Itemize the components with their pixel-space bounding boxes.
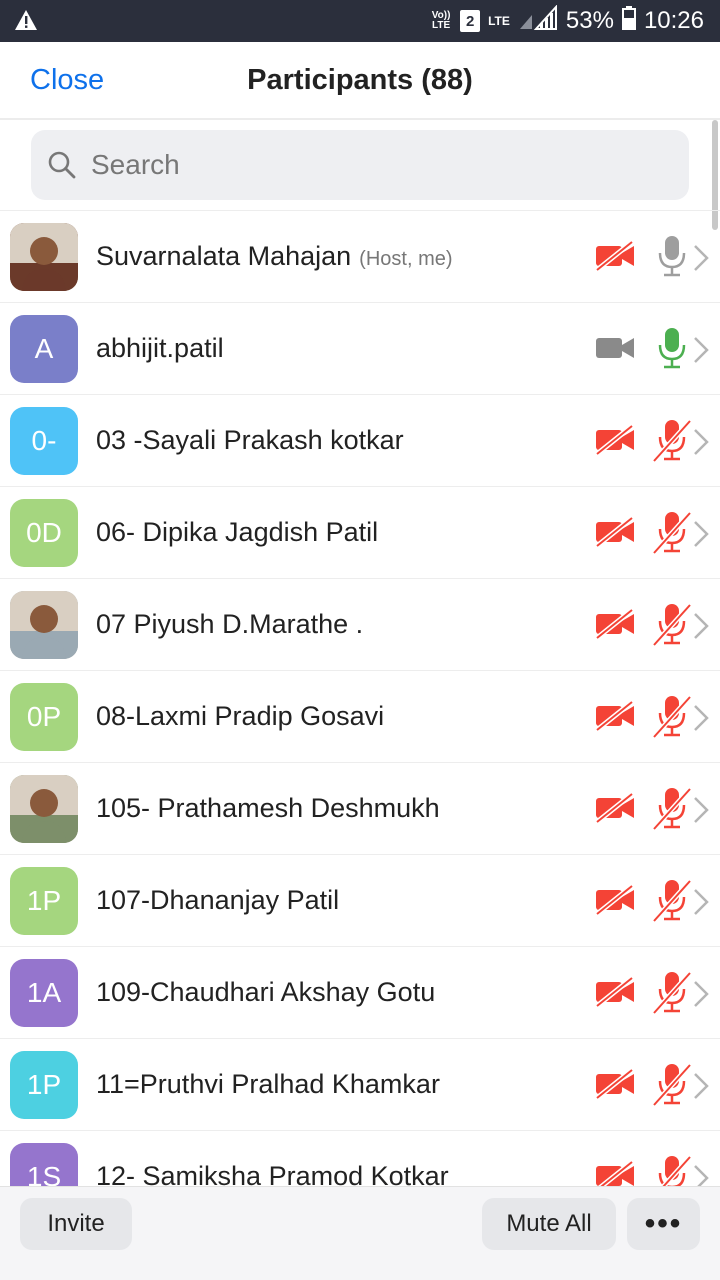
more-options-button[interactable]: ••• bbox=[627, 1198, 700, 1250]
participant-name: Suvarnalata Mahajan bbox=[96, 241, 352, 271]
video-off-icon bbox=[594, 240, 636, 277]
mic-icon bbox=[652, 325, 692, 376]
chevron-right-icon[interactable] bbox=[692, 1163, 710, 1186]
sim-indicator: 2 bbox=[460, 10, 481, 32]
participant-row[interactable]: 0- 03 -Sayali Prakash kotkar bbox=[0, 394, 720, 486]
page-title: Participants (88) bbox=[247, 64, 473, 96]
status-bar: Vo)) LTE 2 LTE 53% 10:26 bbox=[0, 0, 720, 42]
avatar: 0- bbox=[10, 407, 78, 475]
avatar: 1P bbox=[10, 867, 78, 935]
participant-name: 08-Laxmi Pradip Gosavi bbox=[96, 701, 385, 731]
warning-icon bbox=[14, 9, 38, 36]
chevron-right-icon[interactable] bbox=[692, 887, 710, 922]
header: Close Participants (88) bbox=[0, 42, 720, 120]
mic-muted-icon bbox=[652, 509, 692, 560]
signal-icon bbox=[518, 3, 558, 38]
participant-name-wrap: 107-Dhananjay Patil bbox=[96, 885, 339, 916]
chevron-right-icon[interactable] bbox=[692, 611, 710, 646]
video-off-icon bbox=[594, 424, 636, 461]
participant-name-wrap: 105- Prathamesh Deshmukh bbox=[96, 793, 440, 824]
participant-row[interactable]: 0D 06- Dipika Jagdish Patil bbox=[0, 486, 720, 578]
chevron-right-icon[interactable] bbox=[692, 335, 710, 370]
avatar: 1S bbox=[10, 1143, 78, 1186]
participant-row[interactable]: 1P 107-Dhananjay Patil bbox=[0, 854, 720, 946]
participant-name: 11=Pruthvi Pralhad Khamkar bbox=[96, 1069, 440, 1099]
participant-row[interactable]: 07 Piyush D.Marathe . bbox=[0, 578, 720, 670]
participant-name-wrap: 08-Laxmi Pradip Gosavi bbox=[96, 701, 384, 732]
mute-all-button[interactable]: Mute All bbox=[482, 1198, 616, 1250]
participant-row[interactable]: 1A 109-Chaudhari Akshay Gotu bbox=[0, 946, 720, 1038]
participant-name: 03 -Sayali Prakash kotkar bbox=[96, 425, 404, 455]
participant-name-wrap: Suvarnalata Mahajan (Host, me) bbox=[96, 241, 453, 272]
avatar bbox=[10, 591, 78, 659]
participant-name: 12- Samiksha Pramod Kotkar bbox=[96, 1161, 449, 1186]
mic-muted-icon bbox=[652, 969, 692, 1020]
participant-list: Suvarnalata Mahajan (Host, me) Aabhijit.pa… bbox=[0, 210, 720, 1186]
participant-name-wrap: 11=Pruthvi Pralhad Khamkar bbox=[96, 1069, 440, 1100]
avatar: 0P bbox=[10, 683, 78, 751]
avatar: A bbox=[10, 315, 78, 383]
participant-name: 109-Chaudhari Akshay Gotu bbox=[96, 977, 436, 1007]
search-bar[interactable] bbox=[31, 130, 689, 200]
mic-muted-icon bbox=[652, 601, 692, 652]
chevron-right-icon[interactable] bbox=[692, 1071, 710, 1106]
mic-muted-icon bbox=[652, 1153, 692, 1186]
mic-muted-icon bbox=[652, 877, 692, 928]
video-off-icon bbox=[594, 608, 636, 645]
participant-name: abhijit.patil bbox=[96, 333, 224, 363]
participant-row[interactable]: 1S 12- Samiksha Pramod Kotkar bbox=[0, 1130, 720, 1186]
participant-name: 107-Dhananjay Patil bbox=[96, 885, 340, 915]
participant-row[interactable]: 0P 08-Laxmi Pradip Gosavi bbox=[0, 670, 720, 762]
chevron-right-icon[interactable] bbox=[692, 979, 710, 1014]
avatar bbox=[10, 775, 78, 843]
video-off-icon bbox=[594, 884, 636, 921]
video-off-icon bbox=[594, 976, 636, 1013]
video-off-icon bbox=[594, 1160, 636, 1186]
battery-percent: 53% bbox=[565, 7, 614, 34]
chevron-right-icon[interactable] bbox=[692, 427, 710, 462]
participant-name-wrap: 109-Chaudhari Akshay Gotu bbox=[96, 977, 435, 1008]
invite-button[interactable]: Invite bbox=[20, 1198, 132, 1250]
clock: 10:26 bbox=[643, 7, 704, 34]
chevron-right-icon[interactable] bbox=[692, 703, 710, 738]
video-on-icon bbox=[594, 332, 636, 369]
avatar bbox=[10, 223, 78, 291]
search-input[interactable] bbox=[91, 130, 671, 200]
avatar: 1A bbox=[10, 959, 78, 1027]
participant-name-wrap: abhijit.patil bbox=[96, 333, 224, 364]
avatar: 1P bbox=[10, 1051, 78, 1119]
avatar: 0D bbox=[10, 499, 78, 567]
participant-row[interactable]: Suvarnalata Mahajan (Host, me) bbox=[0, 210, 720, 302]
mic-muted-icon bbox=[652, 785, 692, 836]
lte-indicator: LTE bbox=[488, 14, 510, 28]
participant-name-wrap: 07 Piyush D.Marathe . bbox=[96, 609, 363, 640]
participant-name-wrap: 03 -Sayali Prakash kotkar bbox=[96, 425, 404, 456]
participant-name: 06- Dipika Jagdish Patil bbox=[96, 517, 379, 547]
mic-icon bbox=[652, 233, 692, 284]
video-off-icon bbox=[594, 1068, 636, 1105]
chevron-right-icon[interactable] bbox=[692, 795, 710, 830]
search-icon bbox=[47, 150, 77, 185]
battery-icon bbox=[621, 5, 636, 37]
chevron-right-icon[interactable] bbox=[692, 519, 710, 554]
chevron-right-icon[interactable] bbox=[692, 243, 710, 278]
participant-name-wrap: 06- Dipika Jagdish Patil bbox=[96, 517, 378, 548]
bottom-bar: Invite Mute All ••• bbox=[0, 1186, 720, 1280]
volte-indicator: Vo)) LTE bbox=[431, 10, 451, 31]
participant-role: (Host, me) bbox=[359, 248, 453, 270]
mic-muted-icon bbox=[652, 417, 692, 468]
mic-muted-icon bbox=[652, 693, 692, 744]
participant-row[interactable]: 1P 11=Pruthvi Pralhad Khamkar bbox=[0, 1038, 720, 1130]
mic-muted-icon bbox=[652, 1061, 692, 1112]
participant-name: 105- Prathamesh Deshmukh bbox=[96, 793, 440, 823]
video-off-icon bbox=[594, 792, 636, 829]
participant-row[interactable]: 105- Prathamesh Deshmukh bbox=[0, 762, 720, 854]
participant-name: 07 Piyush D.Marathe . bbox=[96, 609, 364, 639]
participant-row[interactable]: Aabhijit.patil bbox=[0, 302, 720, 394]
participant-name-wrap: 12- Samiksha Pramod Kotkar bbox=[96, 1161, 449, 1186]
video-off-icon bbox=[594, 700, 636, 737]
video-off-icon bbox=[594, 516, 636, 553]
